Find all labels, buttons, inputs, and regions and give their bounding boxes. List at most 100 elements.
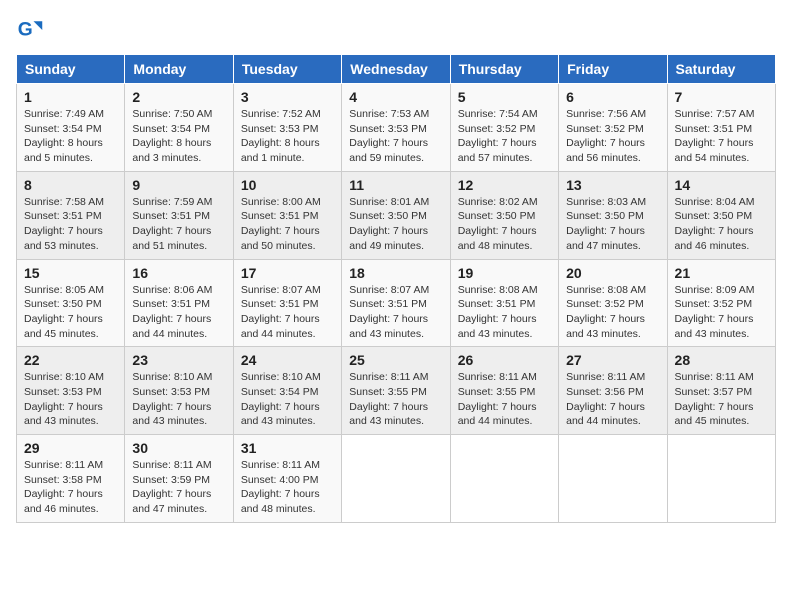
day-cell: 25 Sunrise: 8:11 AM Sunset: 3:55 PM Dayl… [342, 347, 450, 435]
day-number: 30 [132, 440, 225, 456]
day-number: 20 [566, 265, 659, 281]
day-cell: 10 Sunrise: 8:00 AM Sunset: 3:51 PM Dayl… [233, 171, 341, 259]
column-header-monday: Monday [125, 55, 233, 84]
column-header-sunday: Sunday [17, 55, 125, 84]
week-row-1: 1 Sunrise: 7:49 AM Sunset: 3:54 PM Dayli… [17, 84, 776, 172]
day-cell: 30 Sunrise: 8:11 AM Sunset: 3:59 PM Dayl… [125, 435, 233, 523]
day-info: Sunrise: 8:00 AM Sunset: 3:51 PM Dayligh… [241, 195, 334, 254]
day-number: 15 [24, 265, 117, 281]
day-info: Sunrise: 7:50 AM Sunset: 3:54 PM Dayligh… [132, 107, 225, 166]
calendar-table: SundayMondayTuesdayWednesdayThursdayFrid… [16, 54, 776, 523]
day-cell: 29 Sunrise: 8:11 AM Sunset: 3:58 PM Dayl… [17, 435, 125, 523]
day-info: Sunrise: 8:05 AM Sunset: 3:50 PM Dayligh… [24, 283, 117, 342]
day-info: Sunrise: 8:11 AM Sunset: 3:57 PM Dayligh… [675, 370, 768, 429]
header-row: SundayMondayTuesdayWednesdayThursdayFrid… [17, 55, 776, 84]
day-cell [559, 435, 667, 523]
logo: G [16, 16, 48, 44]
day-number: 17 [241, 265, 334, 281]
day-number: 26 [458, 352, 551, 368]
day-info: Sunrise: 7:53 AM Sunset: 3:53 PM Dayligh… [349, 107, 442, 166]
day-number: 9 [132, 177, 225, 193]
day-cell: 3 Sunrise: 7:52 AM Sunset: 3:53 PM Dayli… [233, 84, 341, 172]
day-cell: 9 Sunrise: 7:59 AM Sunset: 3:51 PM Dayli… [125, 171, 233, 259]
day-cell: 23 Sunrise: 8:10 AM Sunset: 3:53 PM Dayl… [125, 347, 233, 435]
day-cell: 20 Sunrise: 8:08 AM Sunset: 3:52 PM Dayl… [559, 259, 667, 347]
day-cell: 24 Sunrise: 8:10 AM Sunset: 3:54 PM Dayl… [233, 347, 341, 435]
day-info: Sunrise: 8:11 AM Sunset: 3:55 PM Dayligh… [349, 370, 442, 429]
day-number: 28 [675, 352, 768, 368]
day-cell [450, 435, 558, 523]
day-cell: 13 Sunrise: 8:03 AM Sunset: 3:50 PM Dayl… [559, 171, 667, 259]
day-cell: 1 Sunrise: 7:49 AM Sunset: 3:54 PM Dayli… [17, 84, 125, 172]
day-info: Sunrise: 8:11 AM Sunset: 3:56 PM Dayligh… [566, 370, 659, 429]
day-number: 18 [349, 265, 442, 281]
day-cell [667, 435, 775, 523]
day-info: Sunrise: 8:11 AM Sunset: 4:00 PM Dayligh… [241, 458, 334, 517]
day-cell: 16 Sunrise: 8:06 AM Sunset: 3:51 PM Dayl… [125, 259, 233, 347]
day-number: 23 [132, 352, 225, 368]
day-number: 21 [675, 265, 768, 281]
day-info: Sunrise: 7:58 AM Sunset: 3:51 PM Dayligh… [24, 195, 117, 254]
day-info: Sunrise: 8:07 AM Sunset: 3:51 PM Dayligh… [241, 283, 334, 342]
day-info: Sunrise: 8:09 AM Sunset: 3:52 PM Dayligh… [675, 283, 768, 342]
day-info: Sunrise: 7:54 AM Sunset: 3:52 PM Dayligh… [458, 107, 551, 166]
day-cell: 6 Sunrise: 7:56 AM Sunset: 3:52 PM Dayli… [559, 84, 667, 172]
day-info: Sunrise: 8:03 AM Sunset: 3:50 PM Dayligh… [566, 195, 659, 254]
logo-icon: G [16, 16, 44, 44]
day-cell: 15 Sunrise: 8:05 AM Sunset: 3:50 PM Dayl… [17, 259, 125, 347]
day-cell: 14 Sunrise: 8:04 AM Sunset: 3:50 PM Dayl… [667, 171, 775, 259]
day-number: 11 [349, 177, 442, 193]
day-info: Sunrise: 8:11 AM Sunset: 3:59 PM Dayligh… [132, 458, 225, 517]
day-cell [342, 435, 450, 523]
day-info: Sunrise: 7:49 AM Sunset: 3:54 PM Dayligh… [24, 107, 117, 166]
day-info: Sunrise: 7:52 AM Sunset: 3:53 PM Dayligh… [241, 107, 334, 166]
day-number: 1 [24, 89, 117, 105]
day-cell: 7 Sunrise: 7:57 AM Sunset: 3:51 PM Dayli… [667, 84, 775, 172]
day-info: Sunrise: 8:11 AM Sunset: 3:58 PM Dayligh… [24, 458, 117, 517]
column-header-wednesday: Wednesday [342, 55, 450, 84]
day-cell: 5 Sunrise: 7:54 AM Sunset: 3:52 PM Dayli… [450, 84, 558, 172]
day-info: Sunrise: 8:11 AM Sunset: 3:55 PM Dayligh… [458, 370, 551, 429]
day-info: Sunrise: 8:08 AM Sunset: 3:52 PM Dayligh… [566, 283, 659, 342]
week-row-3: 15 Sunrise: 8:05 AM Sunset: 3:50 PM Dayl… [17, 259, 776, 347]
column-header-saturday: Saturday [667, 55, 775, 84]
week-row-2: 8 Sunrise: 7:58 AM Sunset: 3:51 PM Dayli… [17, 171, 776, 259]
day-number: 10 [241, 177, 334, 193]
day-number: 16 [132, 265, 225, 281]
day-info: Sunrise: 7:57 AM Sunset: 3:51 PM Dayligh… [675, 107, 768, 166]
day-cell: 4 Sunrise: 7:53 AM Sunset: 3:53 PM Dayli… [342, 84, 450, 172]
day-info: Sunrise: 8:08 AM Sunset: 3:51 PM Dayligh… [458, 283, 551, 342]
day-info: Sunrise: 7:56 AM Sunset: 3:52 PM Dayligh… [566, 107, 659, 166]
day-cell: 27 Sunrise: 8:11 AM Sunset: 3:56 PM Dayl… [559, 347, 667, 435]
week-row-5: 29 Sunrise: 8:11 AM Sunset: 3:58 PM Dayl… [17, 435, 776, 523]
day-info: Sunrise: 7:59 AM Sunset: 3:51 PM Dayligh… [132, 195, 225, 254]
day-info: Sunrise: 8:10 AM Sunset: 3:53 PM Dayligh… [132, 370, 225, 429]
day-number: 12 [458, 177, 551, 193]
day-number: 29 [24, 440, 117, 456]
day-cell: 12 Sunrise: 8:02 AM Sunset: 3:50 PM Dayl… [450, 171, 558, 259]
page-header: G [16, 16, 776, 44]
day-number: 25 [349, 352, 442, 368]
day-number: 14 [675, 177, 768, 193]
week-row-4: 22 Sunrise: 8:10 AM Sunset: 3:53 PM Dayl… [17, 347, 776, 435]
day-info: Sunrise: 8:07 AM Sunset: 3:51 PM Dayligh… [349, 283, 442, 342]
day-number: 3 [241, 89, 334, 105]
day-number: 19 [458, 265, 551, 281]
day-info: Sunrise: 8:10 AM Sunset: 3:53 PM Dayligh… [24, 370, 117, 429]
day-info: Sunrise: 8:02 AM Sunset: 3:50 PM Dayligh… [458, 195, 551, 254]
day-cell: 19 Sunrise: 8:08 AM Sunset: 3:51 PM Dayl… [450, 259, 558, 347]
day-cell: 21 Sunrise: 8:09 AM Sunset: 3:52 PM Dayl… [667, 259, 775, 347]
day-info: Sunrise: 8:04 AM Sunset: 3:50 PM Dayligh… [675, 195, 768, 254]
day-info: Sunrise: 8:06 AM Sunset: 3:51 PM Dayligh… [132, 283, 225, 342]
day-cell: 2 Sunrise: 7:50 AM Sunset: 3:54 PM Dayli… [125, 84, 233, 172]
day-cell: 11 Sunrise: 8:01 AM Sunset: 3:50 PM Dayl… [342, 171, 450, 259]
day-info: Sunrise: 8:10 AM Sunset: 3:54 PM Dayligh… [241, 370, 334, 429]
day-number: 7 [675, 89, 768, 105]
day-number: 2 [132, 89, 225, 105]
day-number: 8 [24, 177, 117, 193]
day-number: 4 [349, 89, 442, 105]
column-header-thursday: Thursday [450, 55, 558, 84]
day-cell: 26 Sunrise: 8:11 AM Sunset: 3:55 PM Dayl… [450, 347, 558, 435]
day-number: 6 [566, 89, 659, 105]
day-cell: 22 Sunrise: 8:10 AM Sunset: 3:53 PM Dayl… [17, 347, 125, 435]
